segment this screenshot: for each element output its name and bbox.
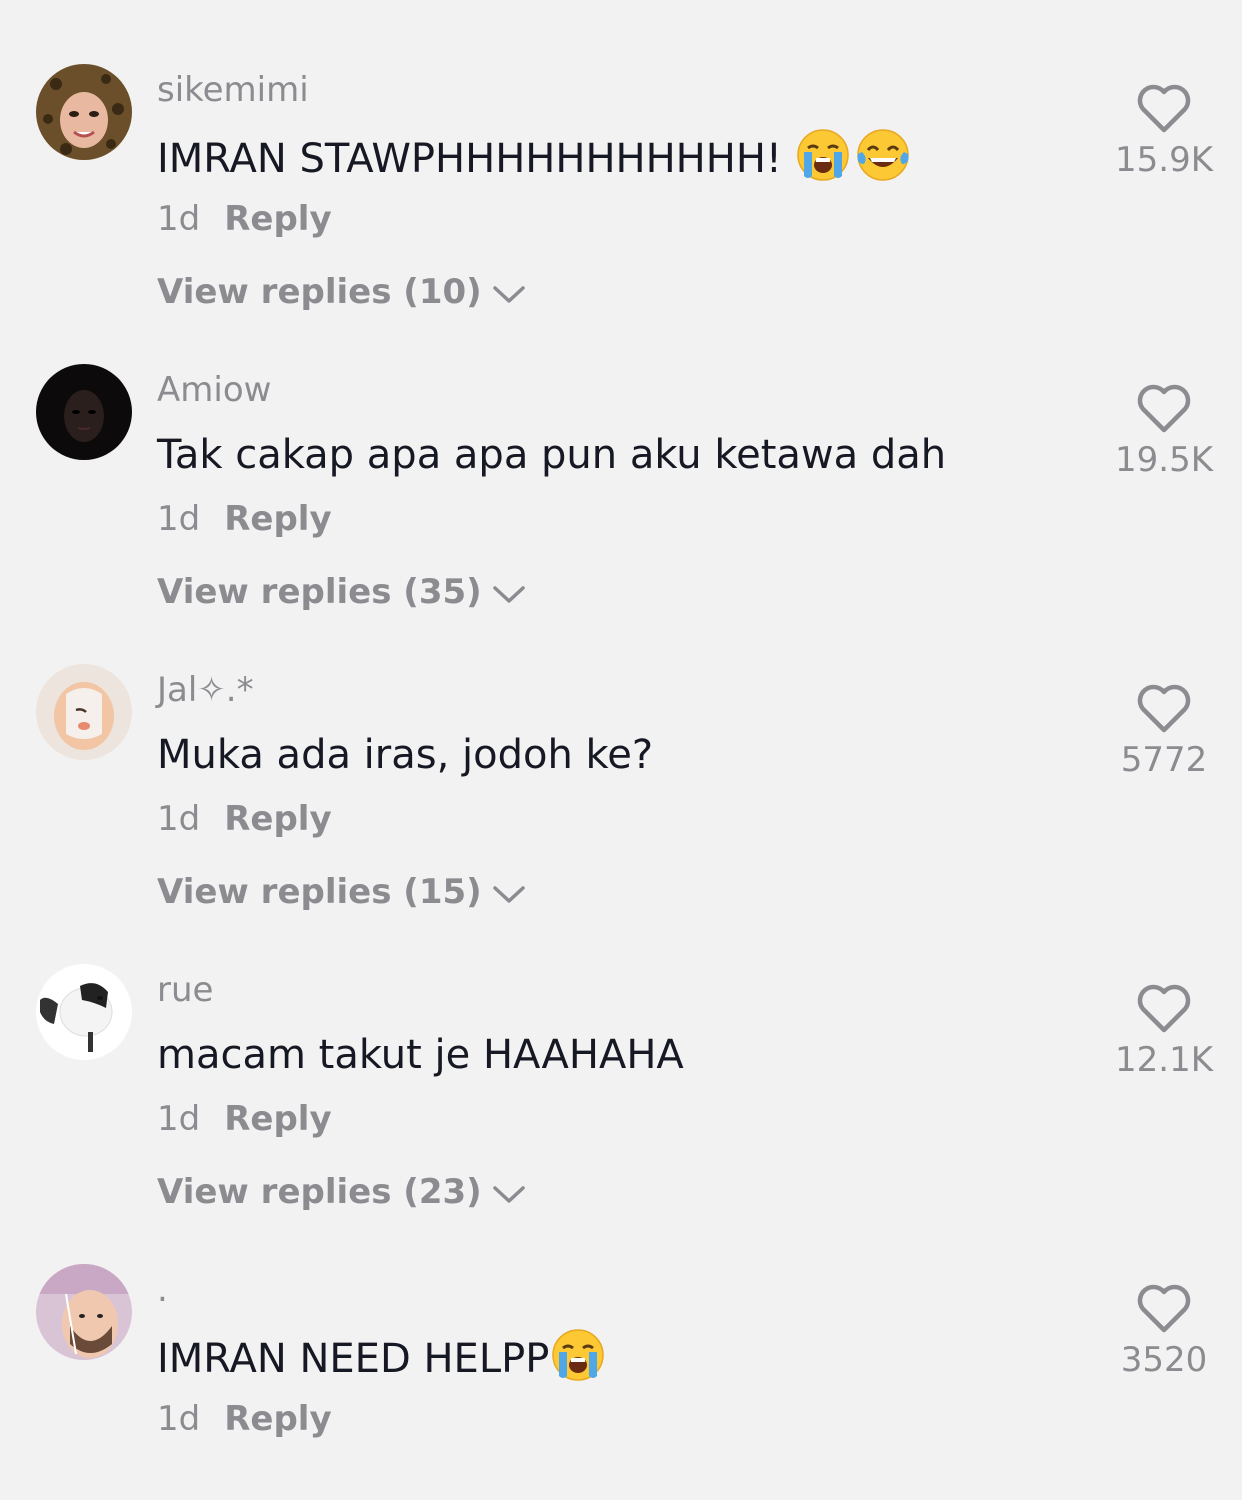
comment-item: Jal✧.* Muka ada iras, jodoh ke? 1d Reply …	[0, 600, 1242, 912]
reply-button[interactable]: Reply	[224, 199, 331, 239]
avatar[interactable]	[36, 964, 132, 1060]
comment-text: IMRAN STAWPHHHHHHHHHHH!	[157, 128, 910, 186]
avatar[interactable]	[36, 364, 132, 460]
comment-text-content: IMRAN NEED HELPP	[157, 1336, 550, 1382]
comment-username[interactable]: Amiow	[157, 368, 271, 412]
comment-time: 1d	[157, 199, 201, 239]
comment-meta: 1d Reply	[157, 1097, 332, 1141]
comment-time: 1d	[157, 799, 201, 839]
comment-meta: 1d Reply	[157, 797, 332, 841]
like-area: 5772	[1114, 684, 1214, 782]
comment-username[interactable]: rue	[157, 968, 213, 1012]
loudly-crying-emoji-icon	[796, 128, 850, 182]
comment-time: 1d	[157, 1099, 201, 1139]
like-count: 12.1K	[1115, 1040, 1213, 1080]
loudly-crying-emoji-icon	[551, 1328, 605, 1382]
comment-time: 1d	[157, 1399, 201, 1439]
avatar[interactable]	[36, 664, 132, 760]
like-area: 15.9K	[1114, 84, 1214, 182]
comment-time: 1d	[157, 499, 201, 539]
like-area: 19.5K	[1114, 384, 1214, 482]
reply-button[interactable]: Reply	[224, 499, 331, 539]
comment-text: Tak cakap apa apa pun aku ketawa dah	[157, 432, 947, 478]
comment-text-content: IMRAN STAWPHHHHHHHHHHH!	[157, 136, 782, 182]
like-area: 12.1K	[1114, 984, 1214, 1082]
comment-item: rue macam takut je HAAHAHA 1d Reply View …	[0, 900, 1242, 1212]
comment-username[interactable]: Jal✧.*	[157, 668, 254, 712]
reply-button[interactable]: Reply	[224, 1399, 331, 1439]
like-area: 3520	[1114, 1284, 1214, 1382]
like-count: 15.9K	[1115, 140, 1213, 180]
comment-item: sikemimi IMRAN STAWPHHHHHHHHHHH! 1d Repl…	[0, 0, 1242, 312]
comment-meta: 1d Reply	[157, 497, 332, 541]
comment-text: IMRAN NEED HELPP	[157, 1328, 605, 1386]
heart-icon[interactable]	[1137, 84, 1191, 134]
comment-meta: 1d Reply	[157, 1397, 332, 1441]
comment-text: Muka ada iras, jodoh ke?	[157, 732, 654, 778]
like-count: 3520	[1120, 1340, 1208, 1380]
comment-username[interactable]: .	[157, 1268, 168, 1312]
tears-of-joy-emoji-icon	[856, 128, 910, 182]
heart-icon[interactable]	[1137, 1284, 1191, 1334]
heart-icon[interactable]	[1137, 384, 1191, 434]
comment-item: Amiow Tak cakap apa apa pun aku ketawa d…	[0, 300, 1242, 612]
like-count: 19.5K	[1115, 440, 1213, 480]
comment-username[interactable]: sikemimi	[157, 68, 309, 112]
avatar[interactable]	[36, 64, 132, 160]
comment-meta: 1d Reply	[157, 197, 332, 241]
comment-item: . IMRAN NEED HELPP 1d Reply 3520	[0, 1200, 1242, 1500]
heart-icon[interactable]	[1137, 984, 1191, 1034]
comment-text: macam takut je HAAHAHA	[157, 1032, 684, 1078]
reply-button[interactable]: Reply	[224, 799, 331, 839]
like-count: 5772	[1120, 740, 1208, 780]
reply-button[interactable]: Reply	[224, 1099, 331, 1139]
avatar[interactable]	[36, 1264, 132, 1360]
heart-icon[interactable]	[1137, 684, 1191, 734]
